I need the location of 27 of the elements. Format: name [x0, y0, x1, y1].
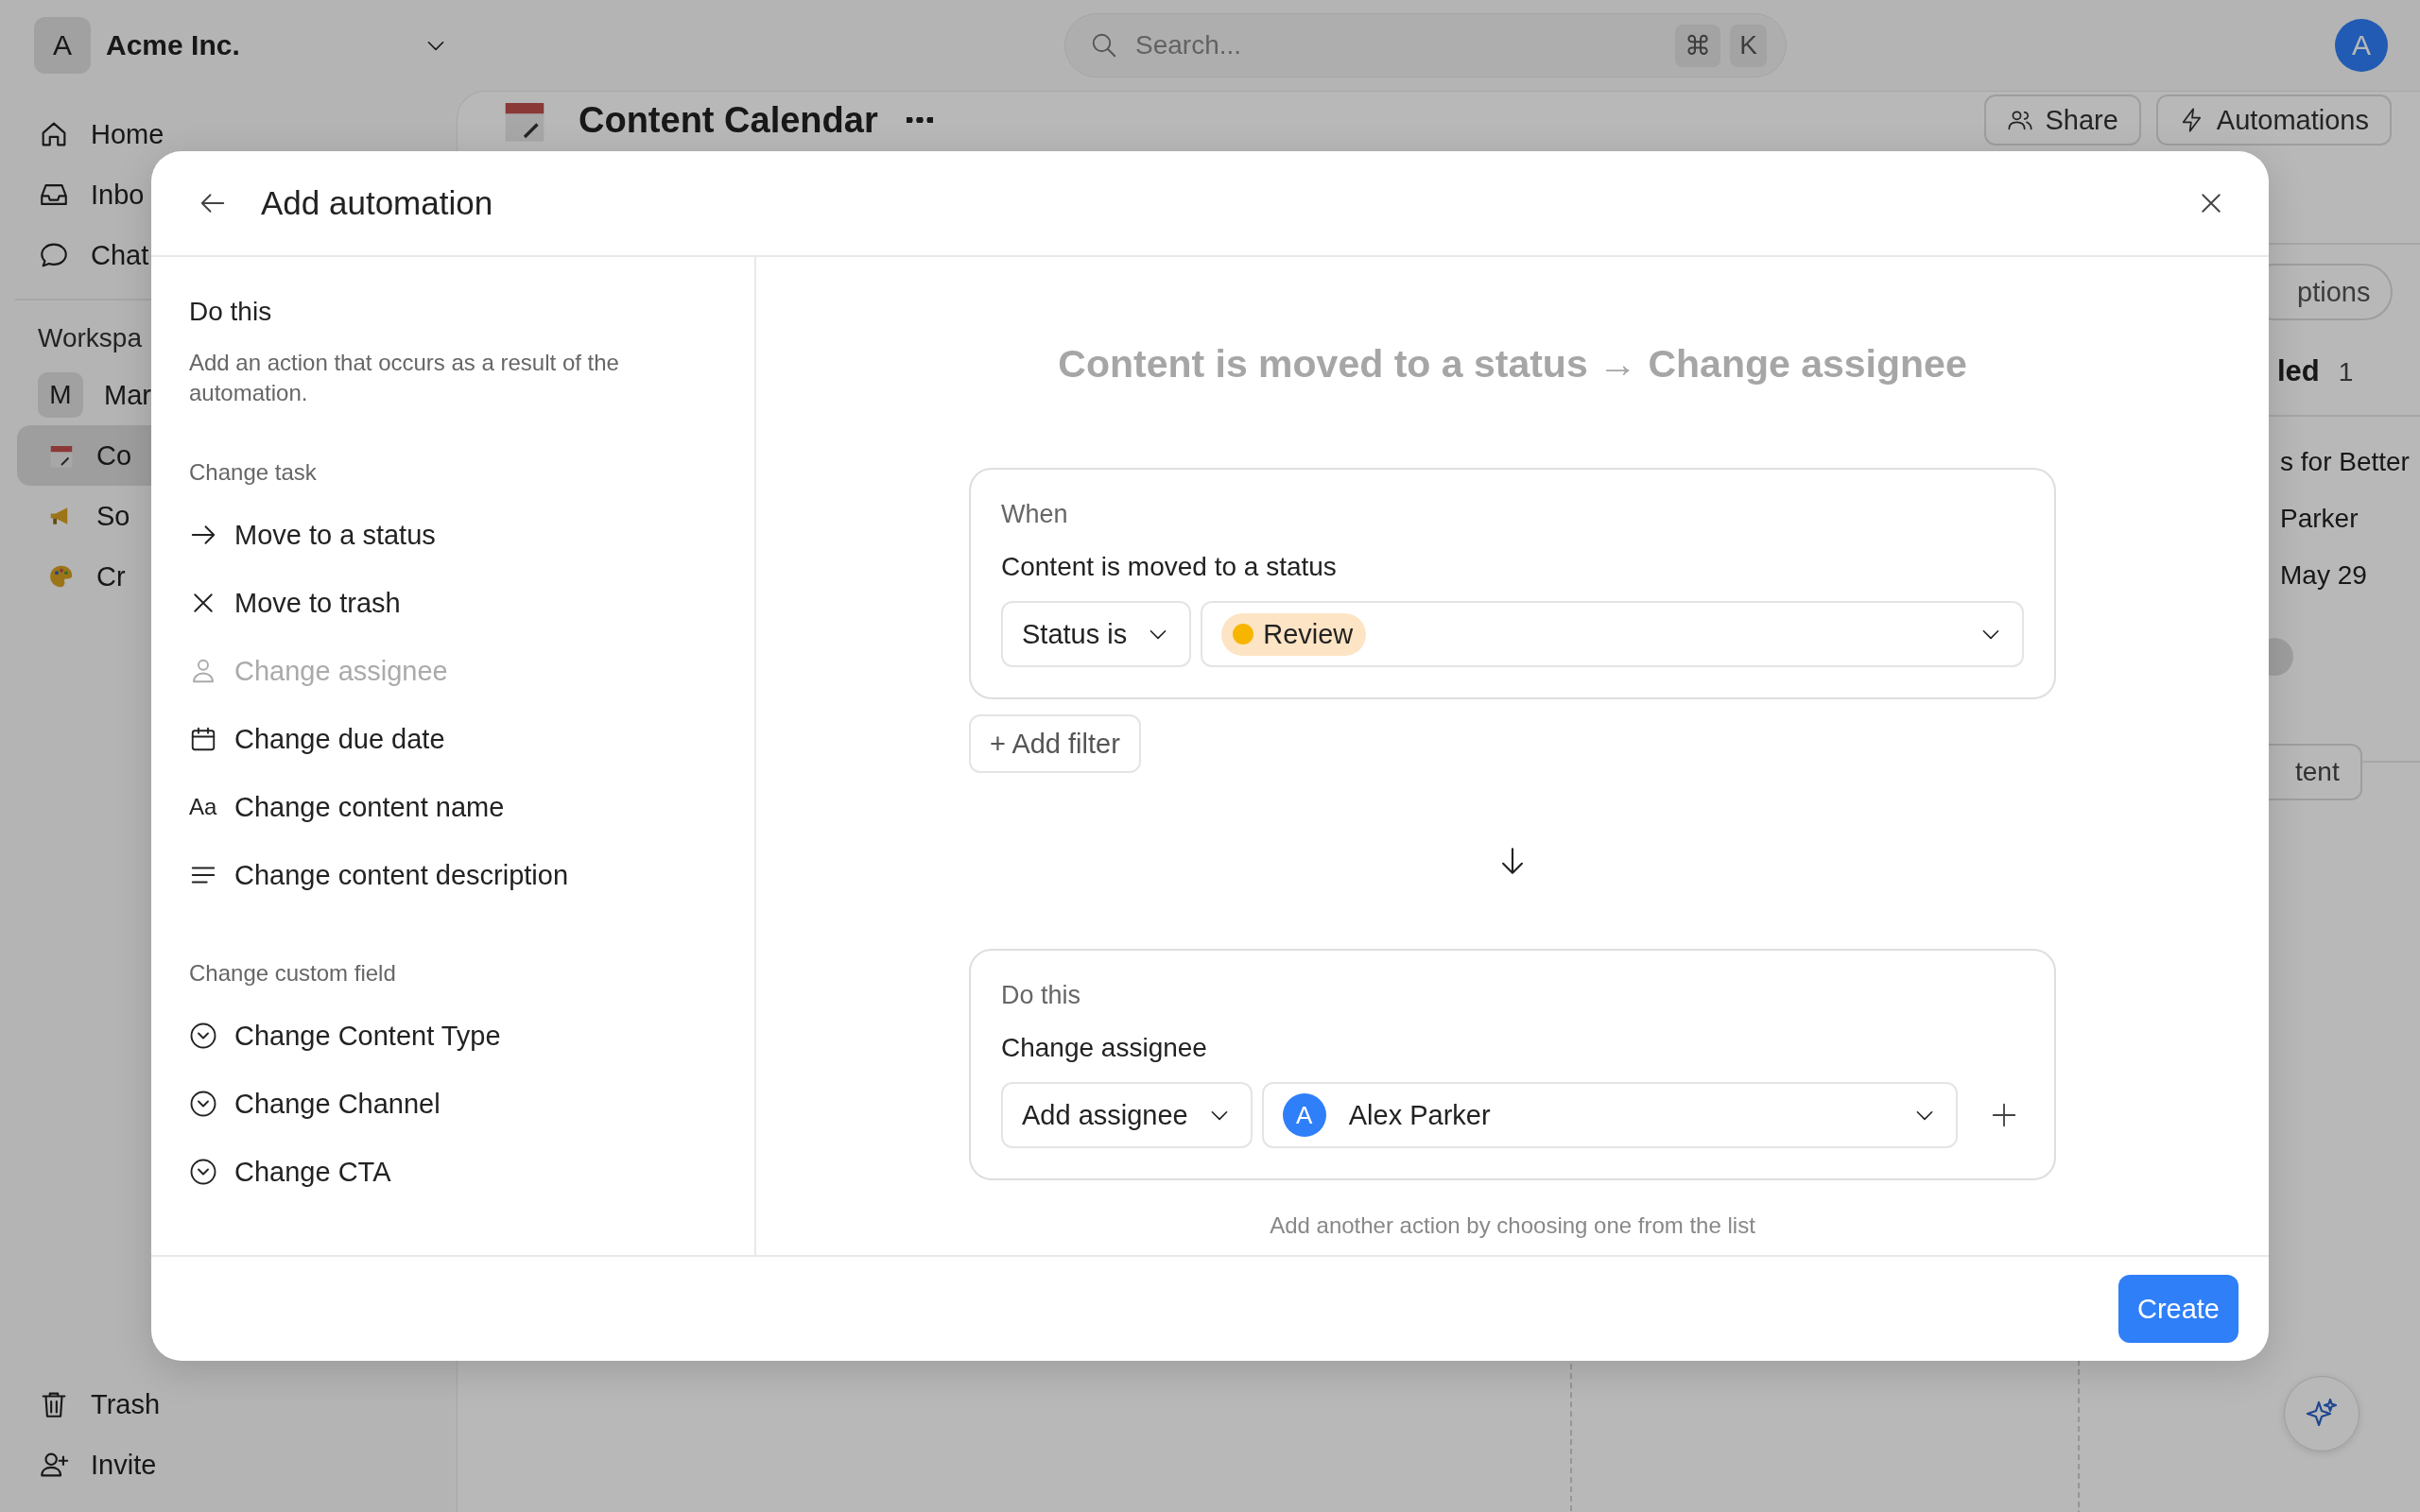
- user-avatar: A: [1282, 1093, 1326, 1137]
- shortcut-key: ⌘: [1675, 24, 1721, 67]
- panel-description: Add an action that occurs as a result of the automation.: [189, 349, 620, 407]
- hint-text: Add another action by choosing one from the list: [1269, 1212, 1756, 1239]
- column-title: led: [2277, 354, 2320, 388]
- workspace-name: Acme Inc.: [106, 29, 241, 61]
- column-count: 1: [2338, 357, 2354, 387]
- panel-heading: Do this: [189, 297, 273, 327]
- card-heading: When: [1001, 500, 1069, 529]
- page-title: Content Calendar: [579, 99, 878, 141]
- text-format-icon: Aa: [189, 794, 217, 820]
- card-date: May 29: [2280, 560, 2367, 591]
- user-name: Alex Parker: [1348, 1099, 1491, 1131]
- card-title: Change assignee: [1001, 1033, 1208, 1063]
- card-assignee: Parker: [2280, 504, 2359, 534]
- card-title: Content is moved to a status: [1001, 552, 1338, 582]
- group-heading: Change task: [189, 459, 318, 486]
- status-tag: Review: [1221, 612, 1367, 656]
- group-heading: Change custom field: [189, 960, 397, 987]
- section-heading: Workspa: [38, 322, 142, 354]
- card-title: s for Better: [2280, 447, 2410, 477]
- workspace-avatar: M: [38, 372, 83, 418]
- automation-summary: Content is moved to a status → Change assignee: [1058, 342, 1967, 387]
- card-heading: Do this: [1001, 981, 1082, 1010]
- shortcut-key: K: [1730, 24, 1767, 67]
- workspace-avatar: A: [34, 17, 91, 74]
- dialog-title: Add automation: [261, 184, 493, 222]
